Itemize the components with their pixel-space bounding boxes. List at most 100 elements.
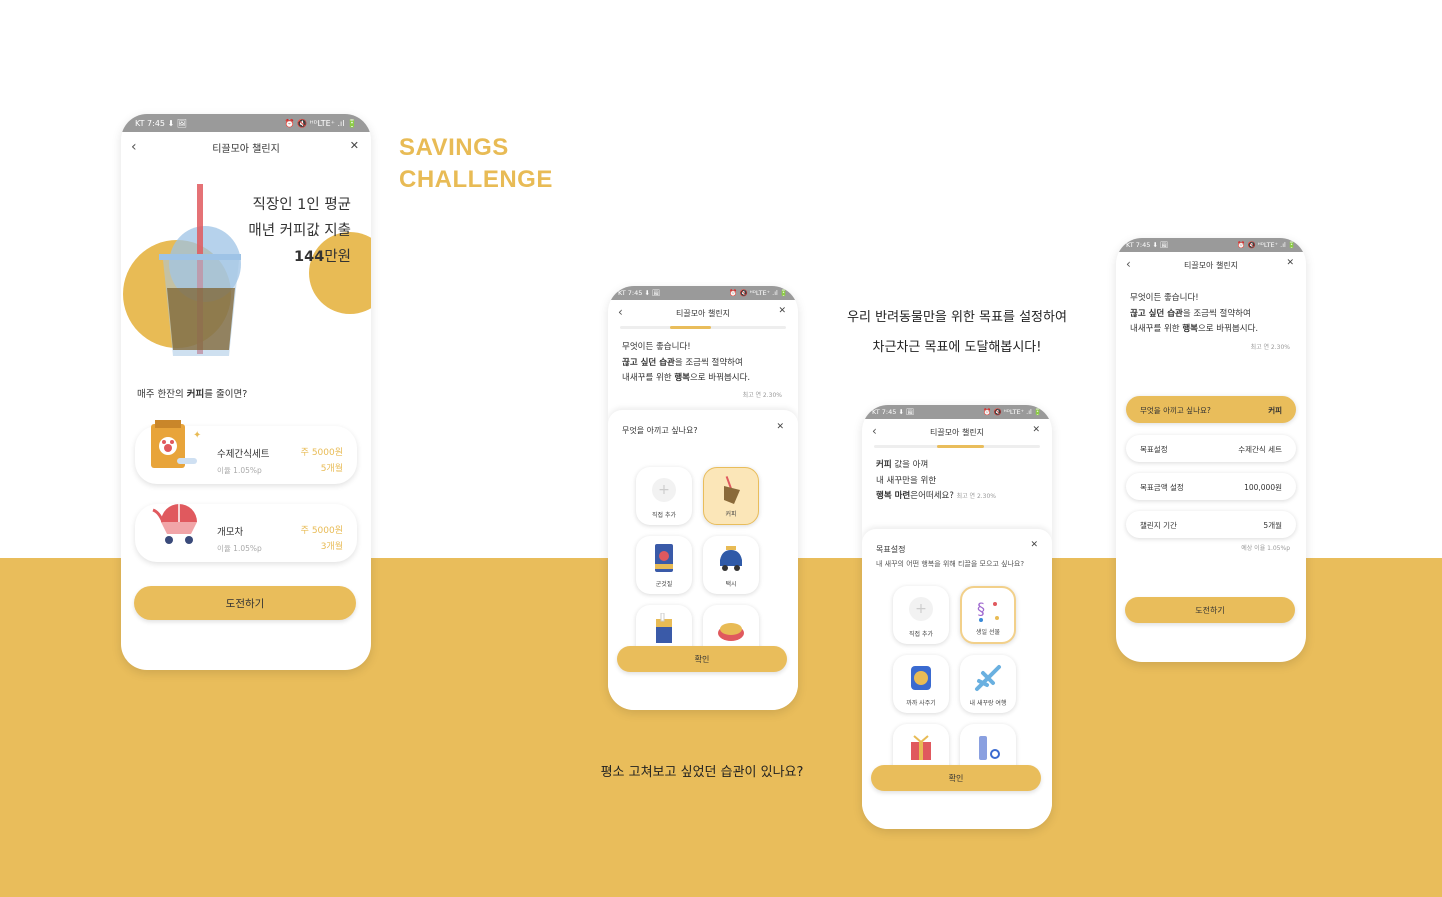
card-rate: 이율 1.05%p (217, 466, 262, 475)
intro-text: 무엇이든 좋습니다! 끊고 싶던 습관을 조금씩 절약하여 내새꾸를 위한 행복… (1130, 291, 1258, 338)
cigarette-icon (649, 613, 679, 643)
close-icon[interactable]: ✕ (776, 422, 784, 432)
reward-card[interactable]: 개모차 이율 1.05%p 주 5000원 3개월 (135, 504, 357, 562)
tile-birthday-gift[interactable]: § 생일 선물 (960, 586, 1016, 644)
intro-bold: 끊고 싶던 습관 (622, 357, 675, 368)
status-right: ⏰ 🔇 ᴴᴰLTE⁺ .ıl 🔋 (284, 118, 357, 128)
airplane-icon (973, 663, 1003, 693)
tile-custom-add[interactable]: + 직접 추가 (893, 586, 949, 644)
field-value: 100,000원 (1244, 483, 1282, 492)
rate-note: 최고 연 2.30% (742, 392, 782, 399)
sheet-title: 목표설정 (876, 545, 906, 554)
screen-title: 티끌모아 챌린지 (1183, 260, 1239, 270)
intro-part: 내새꾸를 위한 (622, 373, 675, 383)
field-goal-amount[interactable]: 목표금액 설정 100,000원 (1126, 473, 1296, 500)
headline-line: 매년 커피값 지출 (248, 223, 351, 239)
status-left: KT 7:45 ⬇ 🖼 (1126, 241, 1169, 249)
card-weekly: 주 5000원 (300, 526, 343, 536)
back-arrow-icon[interactable]: ‹ (618, 305, 623, 319)
card-name: 수제간식세트 (217, 449, 270, 460)
question-part: 매주 한잔의 (137, 389, 187, 400)
treat-can-icon (906, 663, 936, 693)
phone-challenge-intro: KT 7:45 ⬇ 🖼 ⏰ 🔇 ᴴᴰLTE⁺ .ıl 🔋 ‹ 티끌모아 챌린지 … (121, 114, 371, 670)
taxi-icon (716, 544, 746, 574)
confirm-button[interactable]: 확인 (871, 765, 1041, 791)
top-bar: ‹ 티끌모아 챌린지 ✕ (608, 300, 798, 326)
weekly-question: 매주 한잔의 커피를 줄이면? (137, 386, 247, 400)
status-left: KT 7:45 ⬇ 🖼 (618, 289, 661, 297)
pet-food-bag-icon: ✦ (151, 420, 201, 468)
close-icon[interactable]: ✕ (778, 306, 786, 316)
amount-unit: 만원 (324, 249, 351, 265)
back-arrow-icon[interactable]: ‹ (1126, 257, 1131, 271)
phone-habit-select: KT 7:45 ⬇ 🖼 ⏰ 🔇 ᴴᴰLTE⁺ .ıl 🔋 ‹ 티끌모아 챌린지 … (608, 286, 798, 710)
tile-trip[interactable]: 내 새꾸랑 여행 (960, 655, 1016, 713)
plus-icon: + (649, 475, 679, 505)
tile-snacks[interactable]: 군것질 (636, 536, 692, 594)
confirm-button[interactable]: 확인 (617, 646, 787, 672)
coffee-icon (716, 476, 746, 506)
tile-label: 커피 (725, 511, 737, 518)
field-save-target[interactable]: 무엇을 아끼고 싶나요? 커피 (1126, 396, 1296, 423)
heading-line-1: SAVINGS (399, 134, 509, 161)
card-price: 주 5000원 5개월 (301, 445, 343, 477)
snack-icon (649, 544, 679, 574)
habit-caption: 평소 고쳐보고 싶었던 습관이 있나요? (600, 765, 804, 780)
headline-amount: 144만원 (248, 244, 351, 270)
field-value: 5개월 (1263, 521, 1282, 530)
intro-line: 끊고 싶던 습관을 조금씩 절약하여 (1130, 307, 1258, 323)
intro-part: 값을 아껴 (891, 460, 929, 470)
tile-label: 직접 추가 (909, 631, 933, 638)
tile-coffee[interactable]: 커피 (703, 467, 759, 525)
card-months: 3개월 (320, 542, 343, 552)
intro-bold: 행복 (674, 373, 690, 383)
card-name: 개모차 (217, 527, 244, 538)
status-bar: KT 7:45 ⬇ 🖼 ⏰ 🔇 ᴴᴰLTE⁺ .ıl 🔋 (608, 286, 798, 300)
screen-title: 티끌모아 챌린지 (929, 427, 985, 437)
progress-fill (937, 445, 984, 448)
status-left: KT 7:45 ⬇ 🖼 (872, 408, 915, 416)
back-arrow-icon[interactable]: ‹ (872, 424, 877, 438)
status-bar: KT 7:45 ⬇ 🖼 ⏰ 🔇 ᴴᴰLTE⁺ .ıl 🔋 (862, 405, 1052, 419)
field-key: 챌린지 기간 (1140, 521, 1177, 530)
goal-intro-text: 커피 값을 아껴 내 새꾸만을 위한 행복 마련은어떠세요? 최고 연 2.30… (876, 458, 996, 505)
caption-line: 우리 반려동물만을 위한 목표를 설정하여 (847, 310, 1067, 325)
close-icon[interactable]: ✕ (1032, 425, 1040, 435)
back-arrow-icon[interactable]: ‹ (131, 139, 137, 155)
close-icon[interactable]: ✕ (1030, 540, 1038, 550)
intro-line: 내새꾸를 위한 행복으로 바꿔봅시다. (622, 371, 750, 387)
tile-taxi[interactable]: 택시 (703, 536, 759, 594)
status-right: ⏰ 🔇 ᴴᴰLTE⁺ .ıl 🔋 (983, 408, 1042, 416)
expected-rate-note: 예상 이율 1.05%p (1241, 545, 1290, 552)
field-goal[interactable]: 목표설정 수제간식 세트 (1126, 435, 1296, 462)
start-challenge-button[interactable]: 도전하기 (134, 586, 356, 620)
grooming-icon (973, 732, 1003, 762)
page-heading: SAVINGS CHALLENGE (399, 132, 553, 196)
intro-line: 끊고 싶던 습관을 조금씩 절약하여 (622, 356, 750, 372)
reward-card[interactable]: ✦ 수제간식세트 이율 1.05%p 주 5000원 5개월 (135, 420, 357, 484)
start-challenge-button[interactable]: 도전하기 (1125, 597, 1295, 623)
intro-bold: 행복 마련 (876, 491, 911, 501)
close-icon[interactable]: ✕ (1286, 258, 1294, 268)
svg-text:✦: ✦ (193, 430, 201, 441)
card-price: 주 5000원 3개월 (301, 523, 343, 555)
pet-stroller-icon (152, 504, 197, 544)
intro-line: 무엇이든 좋습니다! (1130, 293, 1199, 303)
intro-line: 내 새꾸만을 위한 (876, 475, 937, 486)
step-progress (874, 445, 1040, 448)
phone-goal-select: KT 7:45 ⬇ 🖼 ⏰ 🔇 ᴴᴰLTE⁺ .ıl 🔋 ‹ 티끌모아 챌린지 … (862, 405, 1052, 829)
question-bold: 커피 (186, 389, 205, 400)
close-icon[interactable]: ✕ (350, 139, 359, 152)
intro-line: 행복 마련은어떠세요? 최고 연 2.30% (876, 489, 996, 505)
screen-title: 티끌모아 챌린지 (212, 143, 280, 155)
tile-custom-add[interactable]: + 직접 추가 (636, 467, 692, 525)
field-challenge-period[interactable]: 챌린지 기간 5개월 (1126, 511, 1296, 538)
top-bar: ‹ 티끌모아 챌린지 ✕ (1116, 252, 1306, 278)
tile-buy-treats[interactable]: 까까 사주기 (893, 655, 949, 713)
intro-part: 내새꾸를 위한 (1130, 324, 1183, 334)
intro-bold: 커피 (876, 460, 892, 470)
status-bar: KT 7:45 ⬇ 🖼 ⏰ 🔇 ᴴᴰLTE⁺ .ıl 🔋 (1116, 238, 1306, 252)
intro-line: 내새꾸를 위한 행복으로 바꿔봅시다. (1130, 322, 1258, 338)
field-key: 목표설정 (1140, 445, 1168, 454)
intro-line: 커피 값을 아껴 (876, 458, 996, 474)
